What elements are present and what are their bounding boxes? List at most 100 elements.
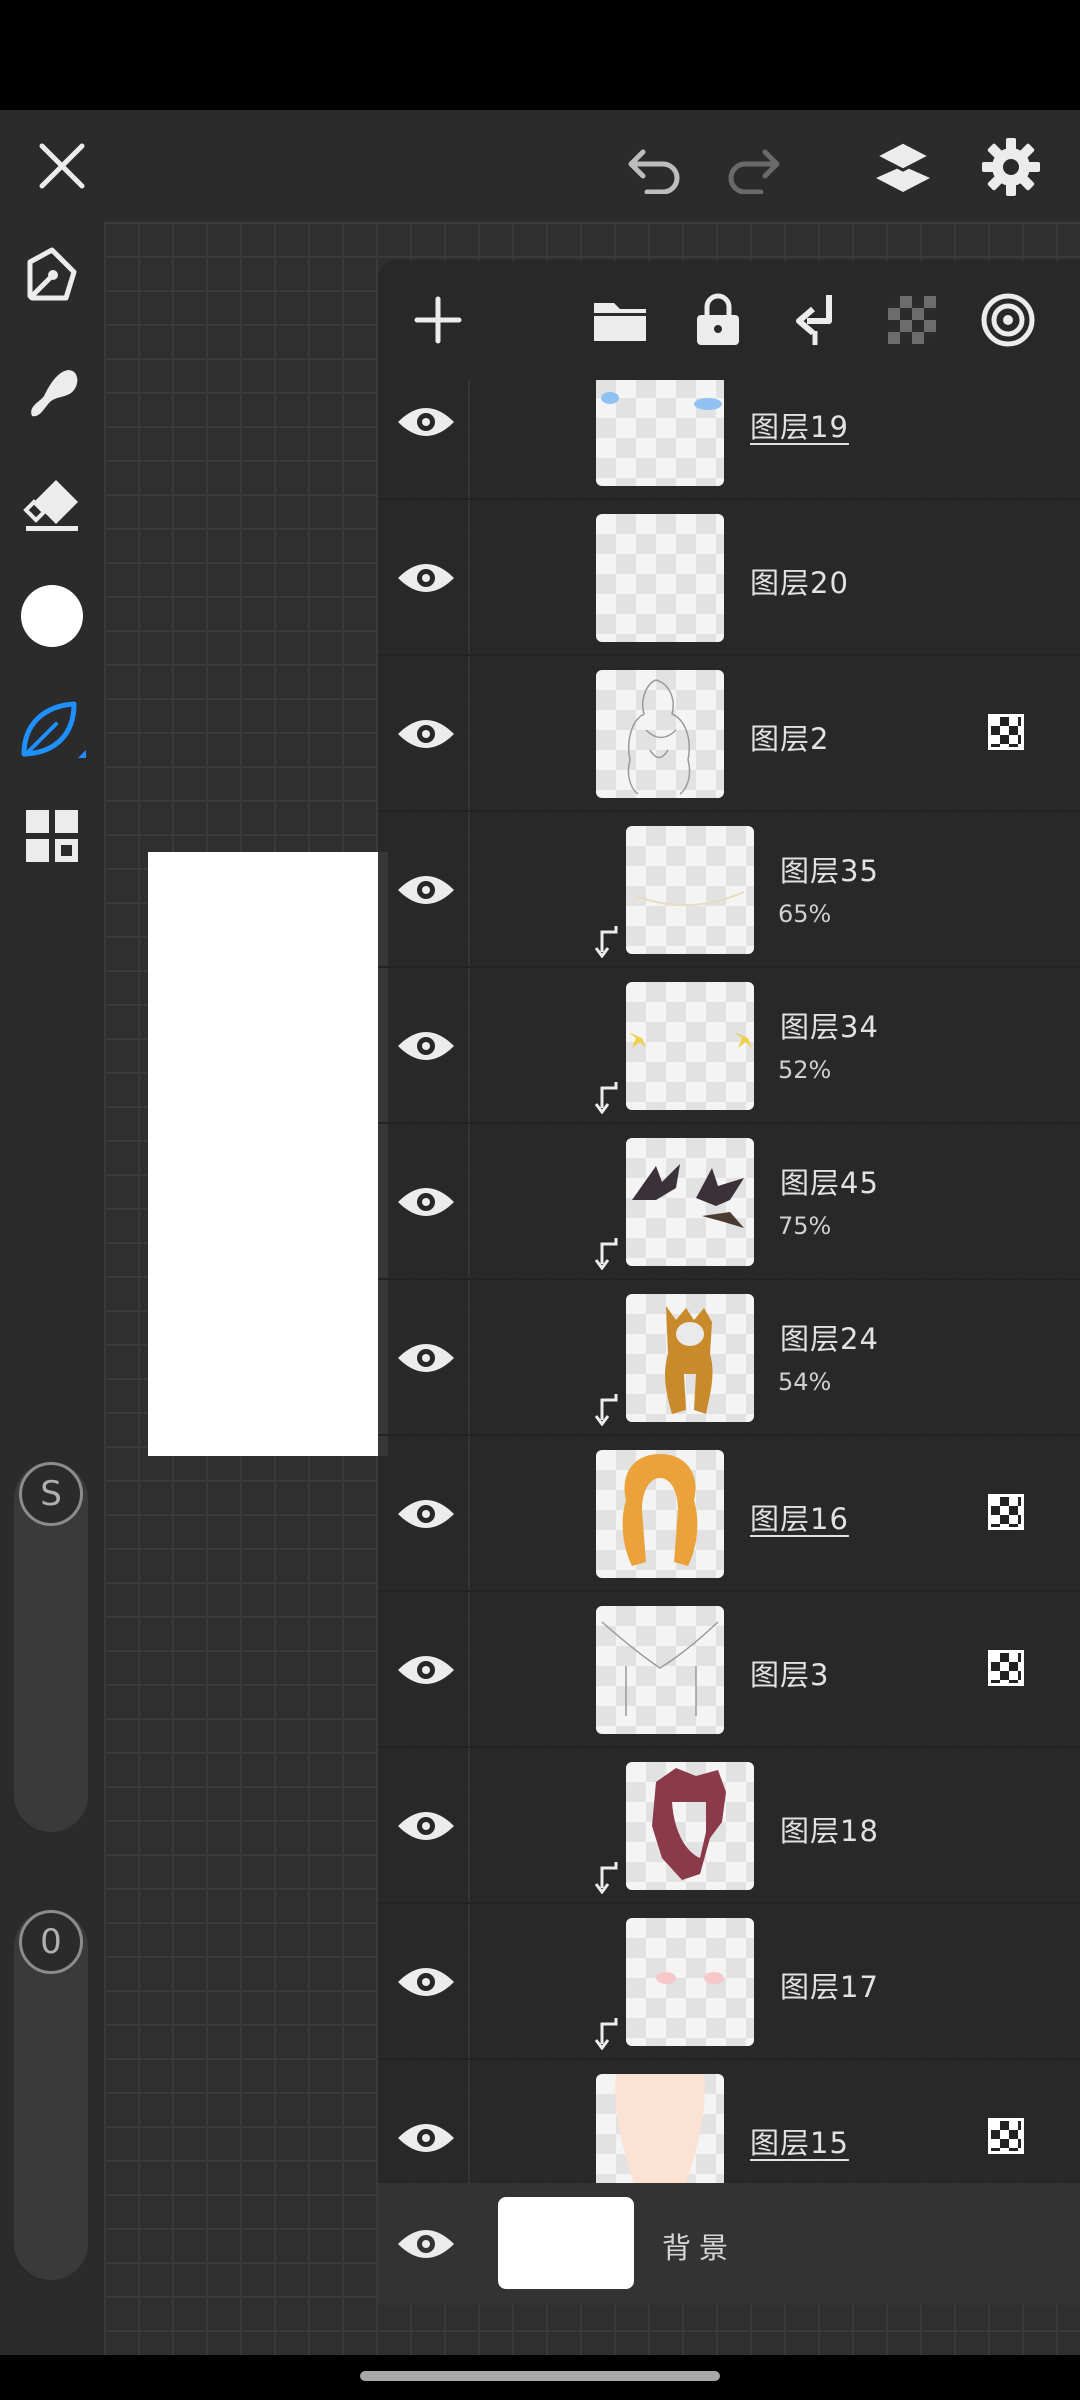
close-icon[interactable]: [30, 134, 94, 198]
layer-panel: 图层19 图层20 图层2 图层35 65% 图层34 52% 图层45 75%…: [378, 260, 1080, 2305]
clipping-icon[interactable]: [786, 288, 846, 350]
eye-icon[interactable]: [396, 402, 456, 442]
layer-name: 图层45: [780, 1166, 879, 1200]
status-bar: [0, 0, 1080, 110]
row-divider: [468, 2060, 470, 2183]
clipping-arrow-icon: [594, 1236, 620, 1271]
eye-icon[interactable]: [396, 1494, 456, 1534]
clipping-arrow-icon: [594, 1860, 620, 1895]
redo-icon[interactable]: [718, 138, 788, 198]
layer-row[interactable]: 图层19: [378, 380, 1080, 500]
layer-row[interactable]: 图层35 65%: [378, 812, 1080, 968]
layer-name: 图层2: [750, 722, 830, 756]
layer-name: 图层15: [750, 2126, 849, 2160]
layer-opacity: 75%: [778, 1212, 832, 1240]
home-indicator[interactable]: [360, 2371, 720, 2381]
layer-thumbnail[interactable]: [596, 1606, 724, 1734]
alpha-lock-indicator: [988, 1650, 1024, 1686]
drawing-app: S 0 图层19 图层20 图层2 图层35 65% 图层34 52% 图层45…: [0, 110, 1080, 2355]
eye-icon[interactable]: [396, 1962, 456, 2002]
eye-icon[interactable]: [396, 714, 456, 754]
row-divider: [468, 968, 470, 1122]
layer-row[interactable]: 图层2: [378, 656, 1080, 812]
opacity-slider-label: 0: [40, 1922, 62, 1962]
brush-size-knob[interactable]: S: [19, 1462, 83, 1526]
undo-icon[interactable]: [620, 138, 690, 198]
grid-menu-icon[interactable]: [18, 802, 86, 870]
layer-thumbnail[interactable]: [596, 1450, 724, 1578]
row-divider: [468, 500, 470, 654]
alpha-lock-icon[interactable]: [882, 290, 942, 350]
layer-thumbnail[interactable]: [626, 1294, 754, 1422]
layer-row[interactable]: 图层24 54%: [378, 1280, 1080, 1436]
layer-thumbnail[interactable]: [626, 982, 754, 1110]
row-divider: [468, 380, 470, 498]
layer-row[interactable]: 图层20: [378, 500, 1080, 656]
layer-row[interactable]: 图层16: [378, 1436, 1080, 1592]
eye-icon[interactable]: [396, 558, 456, 598]
clipping-arrow-icon: [594, 1080, 620, 1115]
layer-row[interactable]: 图层34 52%: [378, 968, 1080, 1124]
background-layer-row[interactable]: 背景: [378, 2183, 1080, 2305]
gear-icon[interactable]: [976, 132, 1046, 202]
layer-opacity: 52%: [778, 1056, 832, 1084]
layer-thumbnail[interactable]: [626, 1762, 754, 1890]
leaf-brush-icon[interactable]: [14, 692, 90, 768]
layer-thumbnail[interactable]: [596, 670, 724, 798]
blend-mode-icon[interactable]: [978, 290, 1038, 350]
layer-thumbnail[interactable]: [626, 1918, 754, 2046]
background-layer-name: 背景: [662, 2231, 737, 2265]
eye-icon[interactable]: [396, 2118, 456, 2158]
pen-tool-icon[interactable]: [18, 242, 86, 310]
layer-panel-toolbar: [378, 260, 1080, 380]
layer-name: 图层24: [780, 1322, 879, 1356]
layer-row[interactable]: 图层15: [378, 2060, 1080, 2183]
eye-icon[interactable]: [396, 870, 456, 910]
eye-icon[interactable]: [396, 1338, 456, 1378]
row-divider: [468, 1904, 470, 2058]
layer-row[interactable]: 图层3: [378, 1592, 1080, 1748]
row-divider: [468, 812, 470, 966]
eye-icon[interactable]: [396, 2224, 456, 2264]
layer-row[interactable]: 图层17: [378, 1904, 1080, 2060]
lock-icon[interactable]: [688, 288, 748, 350]
layer-row[interactable]: 图层45 75%: [378, 1124, 1080, 1280]
alpha-lock-indicator: [988, 1494, 1024, 1530]
layer-thumbnail[interactable]: [626, 1138, 754, 1266]
layer-thumbnail[interactable]: [626, 826, 754, 954]
layer-row[interactable]: 图层18: [378, 1748, 1080, 1904]
layer-thumbnail[interactable]: [596, 2074, 724, 2183]
layer-opacity: 54%: [778, 1368, 832, 1396]
smudge-tool-icon[interactable]: [18, 358, 86, 426]
layer-thumbnail[interactable]: [596, 514, 724, 642]
top-bar: [0, 110, 1080, 222]
eye-icon[interactable]: [396, 1650, 456, 1690]
layer-thumbnail[interactable]: [596, 380, 724, 486]
layers-list[interactable]: 图层19 图层20 图层2 图层35 65% 图层34 52% 图层45 75%…: [378, 380, 1080, 2183]
color-swatch[interactable]: [18, 582, 86, 650]
layer-opacity: 65%: [778, 900, 832, 928]
layer-name: 图层19: [750, 410, 849, 444]
artboard[interactable]: [148, 852, 388, 1456]
row-divider: [468, 1436, 470, 1590]
clipping-arrow-icon: [594, 924, 620, 959]
layer-name: 图层16: [750, 1502, 849, 1536]
eye-icon[interactable]: [396, 1182, 456, 1222]
layers-icon[interactable]: [868, 132, 938, 202]
left-toolbar: S 0: [0, 222, 104, 2355]
layer-name: 图层35: [780, 854, 879, 888]
clipping-arrow-icon: [594, 1392, 620, 1427]
brush-opacity-knob[interactable]: 0: [19, 1910, 83, 1974]
background-color-swatch[interactable]: [498, 2197, 634, 2289]
navigation-bar: [0, 2355, 1080, 2400]
size-slider-label: S: [40, 1474, 62, 1514]
layer-name: 图层34: [780, 1010, 879, 1044]
folder-icon[interactable]: [590, 290, 650, 350]
alpha-lock-indicator: [988, 714, 1024, 750]
eye-icon[interactable]: [396, 1026, 456, 1066]
layer-name: 图层18: [780, 1814, 879, 1848]
eye-icon[interactable]: [396, 1806, 456, 1846]
layer-name: 图层20: [750, 566, 849, 600]
eraser-icon[interactable]: [18, 470, 86, 538]
add-layer-icon[interactable]: [408, 290, 468, 350]
